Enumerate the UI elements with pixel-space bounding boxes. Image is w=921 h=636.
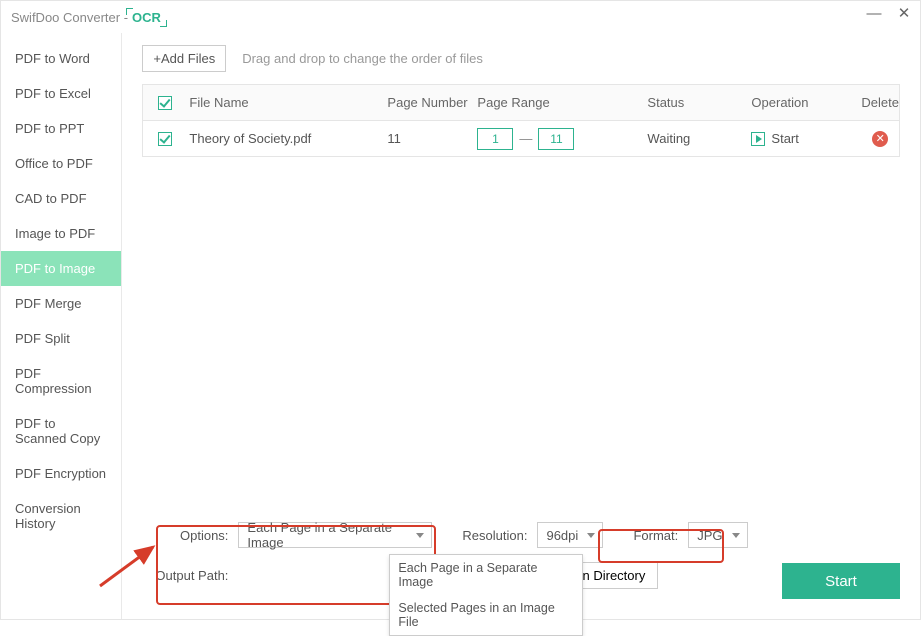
play-icon[interactable]	[751, 132, 765, 146]
sidebar-item-pdf-ppt[interactable]: PDF to PPT	[1, 111, 121, 146]
output-label: Output Path:	[142, 568, 228, 583]
sidebar-item-image-pdf[interactable]: Image to PDF	[1, 216, 121, 251]
add-files-button[interactable]: +Add Files	[142, 45, 226, 72]
close-icon[interactable]: ✕	[896, 5, 912, 21]
sidebar-item-compress[interactable]: PDF Compression	[1, 356, 121, 406]
table-row: Theory of Society.pdf 11 — Waiting Start…	[143, 121, 899, 157]
options-label: Options:	[142, 528, 228, 543]
sidebar-item-encrypt[interactable]: PDF Encryption	[1, 456, 121, 491]
cell-status: Waiting	[647, 131, 751, 146]
sidebar-item-pdf-word[interactable]: PDF to Word	[1, 41, 121, 76]
options-select[interactable]: Each Page in a Separate Image	[238, 522, 432, 548]
sidebar-item-office-pdf[interactable]: Office to PDF	[1, 146, 121, 181]
option-separate[interactable]: Each Page in a Separate Image	[390, 555, 582, 595]
sidebar-item-history[interactable]: Conversion History	[1, 491, 121, 541]
sidebar-item-split[interactable]: PDF Split	[1, 321, 121, 356]
th-page-range: Page Range	[477, 95, 647, 110]
resolution-label: Resolution:	[462, 528, 527, 543]
drag-hint: Drag and drop to change the order of fil…	[242, 51, 483, 66]
th-status: Status	[647, 95, 751, 110]
range-dash: —	[519, 131, 532, 146]
th-file-name: File Name	[187, 95, 387, 110]
cell-page-number: 11	[387, 131, 477, 146]
file-table: File Name Page Number Page Range Status …	[142, 84, 900, 157]
format-label: Format:	[633, 528, 678, 543]
th-operation: Operation	[751, 95, 861, 110]
range-to-input[interactable]	[538, 128, 574, 150]
operation-label[interactable]: Start	[771, 131, 798, 146]
minimize-icon[interactable]: —	[866, 5, 882, 21]
app-title: SwifDoo Converter -	[11, 10, 128, 25]
select-all-checkbox[interactable]	[158, 96, 172, 110]
sidebar-item-pdf-image[interactable]: PDF to Image	[1, 251, 121, 286]
delete-icon[interactable]: ✕	[872, 131, 888, 147]
sidebar-item-cad-pdf[interactable]: CAD to PDF	[1, 181, 121, 216]
option-single[interactable]: Selected Pages in an Image File	[390, 595, 582, 635]
options-dropdown: Each Page in a Separate Image Selected P…	[389, 554, 583, 636]
row-checkbox[interactable]	[158, 132, 172, 146]
cell-file-name: Theory of Society.pdf	[187, 131, 387, 146]
start-button[interactable]: Start	[782, 563, 900, 599]
th-page-number: Page Number	[387, 95, 477, 110]
range-from-input[interactable]	[477, 128, 513, 150]
ocr-badge: OCR	[132, 10, 161, 25]
sidebar-item-merge[interactable]: PDF Merge	[1, 286, 121, 321]
sidebar: PDF to Word PDF to Excel PDF to PPT Offi…	[1, 33, 122, 619]
title-bar: SwifDoo Converter - OCR — ✕	[1, 1, 920, 33]
format-select[interactable]: JPG	[688, 522, 748, 548]
sidebar-item-pdf-excel[interactable]: PDF to Excel	[1, 76, 121, 111]
resolution-select[interactable]: 96dpi	[537, 522, 603, 548]
th-delete: Delete	[861, 95, 899, 110]
sidebar-item-scanned[interactable]: PDF to Scanned Copy	[1, 406, 121, 456]
